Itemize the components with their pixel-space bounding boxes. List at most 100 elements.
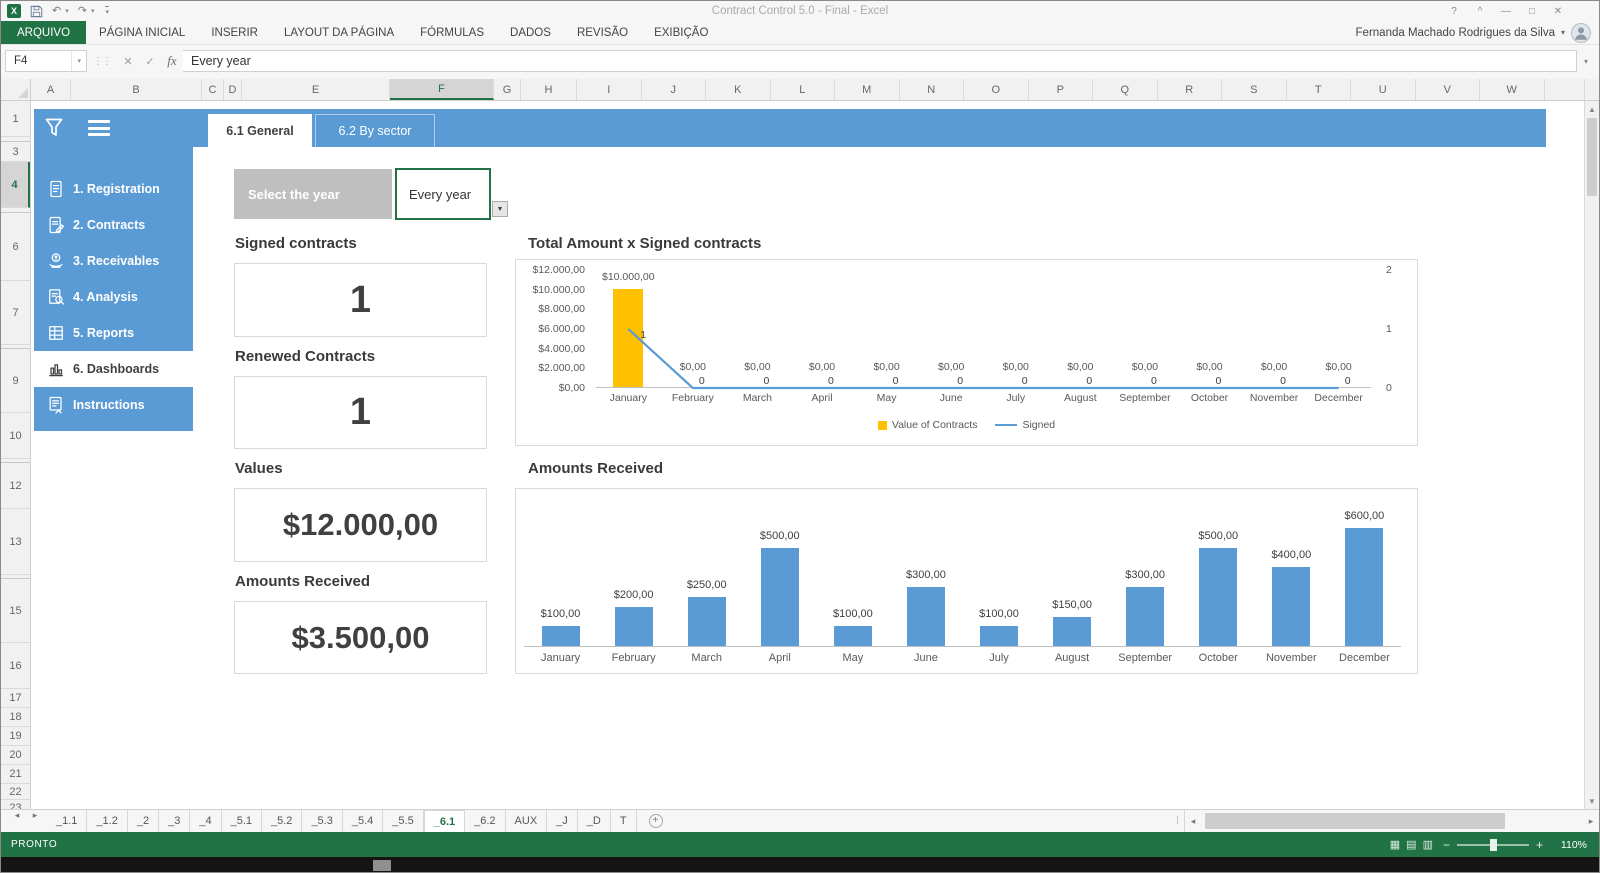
zoom-slider[interactable]	[1456, 838, 1529, 851]
ribbon-tab-exibi-o[interactable]: EXIBIÇÃO	[641, 21, 721, 44]
sheet-tab-1-1[interactable]: _1.1	[47, 810, 88, 832]
column-header-B[interactable]: B	[71, 79, 202, 100]
combo-chart[interactable]: $12.000,00 $10.000,00 $8.000,00 $6.000,00 $4…	[515, 259, 1418, 446]
amounts-received-chart[interactable]: $100,00 $200,00 $250,00 $500,00 $100,00 $300,…	[515, 488, 1418, 674]
cancel-entry-icon[interactable]: ✕	[117, 50, 139, 72]
scroll-up-icon[interactable]: ▲	[1585, 101, 1599, 117]
tab-split-handle[interactable]: ⁞	[1171, 810, 1185, 832]
save-icon[interactable]	[30, 5, 43, 18]
menu-icon[interactable]	[88, 120, 110, 136]
tab-scroll-right-icon[interactable]: ▸	[25, 810, 45, 821]
ribbon-tab-p-gina-inicial[interactable]: PÁGINA INICIAL	[86, 21, 198, 44]
account-area[interactable]: Fernanda Machado Rodrigues da Silva ▾	[1356, 21, 1599, 44]
column-header-G[interactable]: G	[494, 79, 521, 100]
row-header-19[interactable]: 19	[1, 727, 30, 746]
zoom-level[interactable]: 110%	[1553, 839, 1587, 851]
close-icon[interactable]: ✕	[1545, 1, 1571, 21]
select-all-corner[interactable]	[1, 79, 31, 101]
row-header-15[interactable]: 15	[1, 579, 30, 643]
row-header-9[interactable]: 9	[1, 349, 30, 413]
sidebar-item-4-analysis[interactable]: 4. Analysis	[34, 279, 193, 315]
row-header-16[interactable]: 16	[1, 643, 30, 689]
ribbon-display-options-icon[interactable]: ^	[1467, 1, 1493, 21]
user-avatar[interactable]	[1571, 22, 1591, 43]
page-layout-view-icon[interactable]: ▤	[1406, 838, 1416, 851]
sidebar-item-instructions[interactable]: Instructions	[34, 387, 193, 423]
horizontal-scrollbar[interactable]: ◂ ▸	[1185, 810, 1599, 832]
column-header-O[interactable]: O	[964, 79, 1029, 100]
column-header-M[interactable]: M	[835, 79, 900, 100]
column-header-W[interactable]: W	[1480, 79, 1545, 100]
name-box-arrow-icon[interactable]: ▾	[71, 51, 86, 71]
column-header-L[interactable]: L	[771, 79, 835, 100]
redo-caret-icon[interactable]: ▾	[91, 7, 95, 15]
column-header-K[interactable]: K	[706, 79, 771, 100]
row-header-6[interactable]: 6	[1, 213, 30, 281]
row-header-10[interactable]: 10	[1, 413, 30, 459]
column-header-P[interactable]: P	[1029, 79, 1093, 100]
sheet-tab-aux[interactable]: AUX	[506, 810, 548, 832]
sheet-tab-d[interactable]: _D	[578, 810, 611, 832]
column-header-J[interactable]: J	[642, 79, 706, 100]
column-header-D[interactable]: D	[224, 79, 242, 100]
sheet-tab-j[interactable]: _J	[547, 810, 578, 832]
column-header-E[interactable]: E	[242, 79, 390, 100]
undo-icon[interactable]: ↶	[52, 5, 61, 17]
sheet-tab-t[interactable]: T	[611, 810, 637, 832]
scroll-left-icon[interactable]: ◂	[1185, 816, 1201, 827]
year-dropdown-cell[interactable]: Every year	[395, 168, 491, 220]
ribbon-tab-f-rmulas[interactable]: FÓRMULAS	[407, 21, 497, 44]
row-header-4[interactable]: 4	[1, 162, 30, 208]
row-header-18[interactable]: 18	[1, 708, 30, 727]
sheet-tab-2[interactable]: _2	[128, 810, 160, 832]
horizontal-scroll-thumb[interactable]	[1205, 813, 1505, 829]
help-icon[interactable]: ?	[1441, 1, 1467, 21]
horizontal-scroll-track[interactable]	[1201, 810, 1583, 832]
ribbon-tab-dados[interactable]: DADOS	[497, 21, 564, 44]
row-header-12[interactable]: 12	[1, 463, 30, 509]
sheet-tab-5-1[interactable]: _5.1	[222, 810, 263, 832]
maximize-icon[interactable]: □	[1519, 1, 1545, 21]
zoom-out-icon[interactable]: −	[1443, 838, 1450, 852]
name-box[interactable]: F4 ▾	[5, 50, 87, 72]
ribbon-tab-arquivo[interactable]: ARQUIVO	[1, 21, 87, 44]
column-header-F[interactable]: F	[390, 79, 494, 100]
column-header-N[interactable]: N	[900, 79, 964, 100]
column-header-C[interactable]: C	[202, 79, 224, 100]
scroll-down-icon[interactable]: ▼	[1585, 793, 1599, 809]
column-header-U[interactable]: U	[1351, 79, 1416, 100]
row-header-21[interactable]: 21	[1, 765, 30, 784]
normal-view-icon[interactable]: ▦	[1390, 838, 1400, 851]
page-break-view-icon[interactable]: ▥	[1423, 838, 1433, 851]
column-header-T[interactable]: T	[1287, 79, 1351, 100]
formula-input[interactable]: Every year	[183, 50, 1577, 72]
sheet-tab-3[interactable]: _3	[159, 810, 191, 832]
sidebar-item-1-registration[interactable]: 1. Registration	[34, 171, 193, 207]
ribbon-tab-revis-o[interactable]: REVISÃO	[564, 21, 641, 44]
row-header-17[interactable]: 17	[1, 689, 30, 708]
sidebar-item-3-receivables[interactable]: 3. Receivables	[34, 243, 193, 279]
row-header-23[interactable]: 23	[1, 800, 30, 810]
sidebar-item-5-reports[interactable]: 5. Reports	[34, 315, 193, 351]
column-header-Q[interactable]: Q	[1093, 79, 1158, 100]
spreadsheet-cells[interactable]: 6.1 General 6.2 By sector 1. Registratio…	[31, 101, 1584, 809]
row-header-1[interactable]: 1	[1, 101, 30, 137]
sheet-tab-5-2[interactable]: _5.2	[262, 810, 303, 832]
sheet-tab-5-4[interactable]: _5.4	[343, 810, 384, 832]
redo-icon[interactable]: ↷	[78, 5, 87, 17]
dropdown-arrow-icon[interactable]: ▼	[492, 201, 508, 217]
customize-qat-icon[interactable]: ▾	[105, 6, 109, 16]
taskbar-app-icon[interactable]	[373, 860, 391, 871]
vertical-scrollbar[interactable]: ▲ ▼	[1584, 101, 1599, 809]
scroll-right-icon[interactable]: ▸	[1583, 816, 1599, 827]
column-header-A[interactable]: A	[31, 79, 71, 100]
row-header-20[interactable]: 20	[1, 746, 30, 765]
row-header-3[interactable]: 3	[1, 142, 30, 162]
confirm-entry-icon[interactable]: ✓	[139, 50, 161, 72]
column-header-I[interactable]: I	[577, 79, 642, 100]
expand-formula-bar-icon[interactable]: ▾	[1577, 57, 1595, 66]
sheet-tab-1-2[interactable]: _1.2	[87, 810, 128, 832]
sheet-tab-6-2[interactable]: _6.2	[465, 810, 506, 832]
sheet-tab-5-5[interactable]: _5.5	[383, 810, 424, 832]
column-header-H[interactable]: H	[521, 79, 577, 100]
